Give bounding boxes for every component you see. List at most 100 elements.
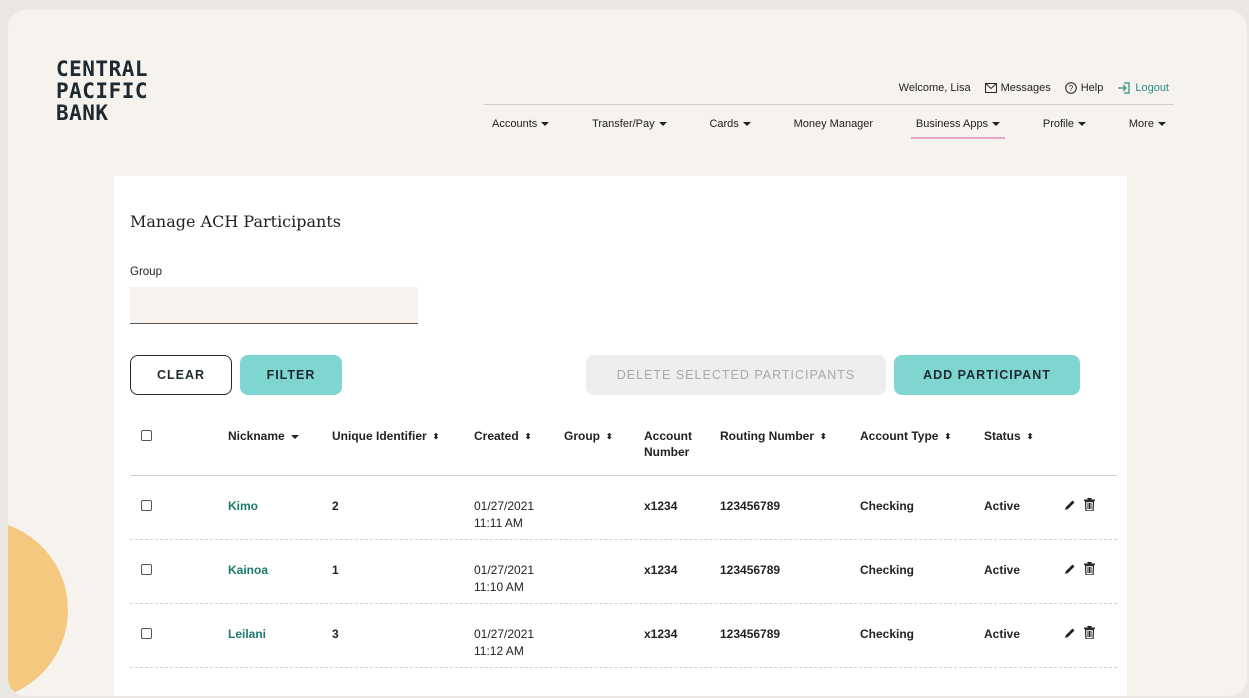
created-time: 11:12 AM: [474, 644, 524, 658]
col-account-number-line-1: Account: [644, 429, 692, 443]
nav-cards-label: Cards: [709, 118, 739, 130]
account-cell: x1234: [644, 563, 678, 577]
col-created[interactable]: Created ⬍: [474, 428, 531, 445]
app-frame: CENTRAL PACIFIC BANK Welcome, Lisa Messa…: [8, 10, 1247, 696]
created-date: 01/27/2021: [474, 499, 535, 513]
caret-down-icon: [658, 122, 667, 127]
sort-icon: ⬍: [432, 432, 440, 441]
nickname-link[interactable]: Leilani: [228, 626, 266, 643]
nav-profile-label: Profile: [1042, 118, 1075, 130]
nav-more[interactable]: More: [1121, 118, 1174, 130]
col-routing-number-label: Routing Number: [720, 429, 814, 443]
logout-icon: [1118, 82, 1130, 94]
row-checkbox[interactable]: [141, 628, 152, 639]
row-actions: [1064, 562, 1095, 575]
trash-icon[interactable]: [1084, 626, 1095, 639]
nav-transfer-pay[interactable]: Transfer/Pay: [584, 118, 675, 130]
sort-icon: ⬍: [524, 432, 532, 441]
trash-icon[interactable]: [1084, 562, 1095, 575]
pencil-icon[interactable]: [1064, 627, 1076, 639]
svg-text:?: ?: [1068, 84, 1073, 93]
nav-money-manager-label: Money Manager: [793, 118, 874, 130]
help-link[interactable]: ? Help: [1064, 82, 1104, 94]
group-label: Group: [130, 266, 162, 278]
unique-id-cell: 3: [332, 627, 339, 641]
bank-logo[interactable]: CENTRAL PACIFIC BANK: [56, 58, 148, 124]
col-created-label: Created: [474, 429, 519, 443]
logo-line-1: CENTRAL: [56, 57, 149, 81]
col-group[interactable]: Group ⬍: [564, 428, 613, 445]
unique-id-cell: 2: [332, 499, 339, 513]
nickname-link[interactable]: Kimo: [228, 498, 258, 515]
routing-cell: 123456789: [720, 627, 781, 641]
routing-cell: 123456789: [720, 563, 781, 577]
nav-divider: [484, 104, 1174, 105]
account-type-cell: Checking: [860, 563, 915, 577]
col-nickname[interactable]: Nickname: [228, 428, 299, 444]
nav-money-manager[interactable]: Money Manager: [786, 118, 882, 130]
table-row: Leilani 3 01/27/2021 11:12 AM x1234 12345…: [130, 604, 1117, 668]
nav-cards[interactable]: Cards: [701, 118, 758, 130]
row-actions: [1064, 626, 1095, 639]
status-cell: Active: [984, 499, 1021, 513]
filter-button[interactable]: FILTER: [240, 355, 342, 395]
envelope-icon: [984, 83, 997, 93]
account-type-cell: Checking: [860, 627, 915, 641]
pencil-icon[interactable]: [1064, 499, 1076, 511]
col-unique-identifier[interactable]: Unique Identifier ⬍: [332, 428, 439, 445]
row-checkbox[interactable]: [141, 500, 152, 511]
col-account-type-label: Account Type: [860, 429, 939, 443]
col-routing-number[interactable]: Routing Number ⬍: [720, 428, 827, 445]
select-all-checkbox[interactable]: [141, 430, 152, 441]
created-time: 11:10 AM: [474, 580, 524, 594]
delete-selected-button[interactable]: DELETE SELECTED PARTICIPANTS: [586, 355, 886, 395]
help-label: Help: [1080, 82, 1104, 94]
help-icon: ?: [1064, 82, 1077, 94]
created-cell: 01/27/2021 11:10 AM: [474, 562, 534, 596]
clear-button[interactable]: CLEAR: [130, 355, 232, 395]
nav-transfer-label: Transfer/Pay: [592, 118, 655, 130]
row-actions: [1064, 498, 1095, 511]
status-cell: Active: [984, 563, 1021, 577]
created-date: 01/27/2021: [474, 627, 535, 641]
created-cell: 01/27/2021 11:12 AM: [474, 626, 534, 660]
col-account-number-line-2: Number: [644, 445, 690, 459]
caret-down-icon: [742, 122, 751, 127]
created-date: 01/27/2021: [474, 563, 535, 577]
caret-down-icon: [992, 122, 1001, 127]
sort-icon: ⬍: [1026, 432, 1034, 441]
logout-link[interactable]: Logout: [1117, 82, 1169, 94]
pencil-icon[interactable]: [1064, 563, 1076, 575]
nav-accounts-label: Accounts: [492, 118, 538, 130]
main-nav: Accounts Transfer/Pay Cards Money Manage…: [484, 118, 1174, 139]
status-cell: Active: [984, 627, 1021, 641]
add-participant-button[interactable]: ADD PARTICIPANT: [894, 355, 1080, 395]
logout-label: Logout: [1135, 82, 1169, 94]
table-row: Kainoa 1 01/27/2021 11:10 AM x1234 123456…: [130, 540, 1117, 604]
sort-desc-icon: [290, 434, 299, 439]
group-input[interactable]: [130, 287, 418, 324]
unique-id-cell: 1: [332, 563, 339, 577]
page-title: Manage ACH Participants: [130, 212, 341, 231]
row-checkbox[interactable]: [141, 564, 152, 575]
col-status[interactable]: Status ⬍: [984, 428, 1033, 445]
created-time: 11:11 AM: [474, 516, 523, 530]
nickname-link[interactable]: Kainoa: [228, 562, 268, 579]
col-unique-identifier-label: Unique Identifier: [332, 429, 427, 443]
content-card: Manage ACH Participants Group CLEAR FILT…: [114, 176, 1127, 696]
account-cell: x1234: [644, 499, 678, 513]
messages-link[interactable]: Messages: [984, 82, 1051, 94]
col-account-number: Account Number: [644, 428, 692, 460]
nav-profile[interactable]: Profile: [1035, 118, 1094, 130]
messages-label: Messages: [1000, 82, 1051, 94]
decorative-blob: [8, 520, 68, 696]
nav-accounts[interactable]: Accounts: [484, 118, 557, 130]
logo-line-3: BANK: [56, 101, 109, 125]
sort-icon: ⬍: [944, 432, 952, 441]
sort-icon: ⬍: [820, 432, 827, 441]
trash-icon[interactable]: [1084, 498, 1095, 511]
nav-business-apps[interactable]: Business Apps: [908, 118, 1008, 139]
nav-business-apps-label: Business Apps: [915, 118, 989, 130]
table-row: Kimo 2 01/27/2021 11:11 AM x1234 12345678…: [130, 476, 1117, 540]
col-account-type[interactable]: Account Type ⬍: [860, 428, 951, 445]
